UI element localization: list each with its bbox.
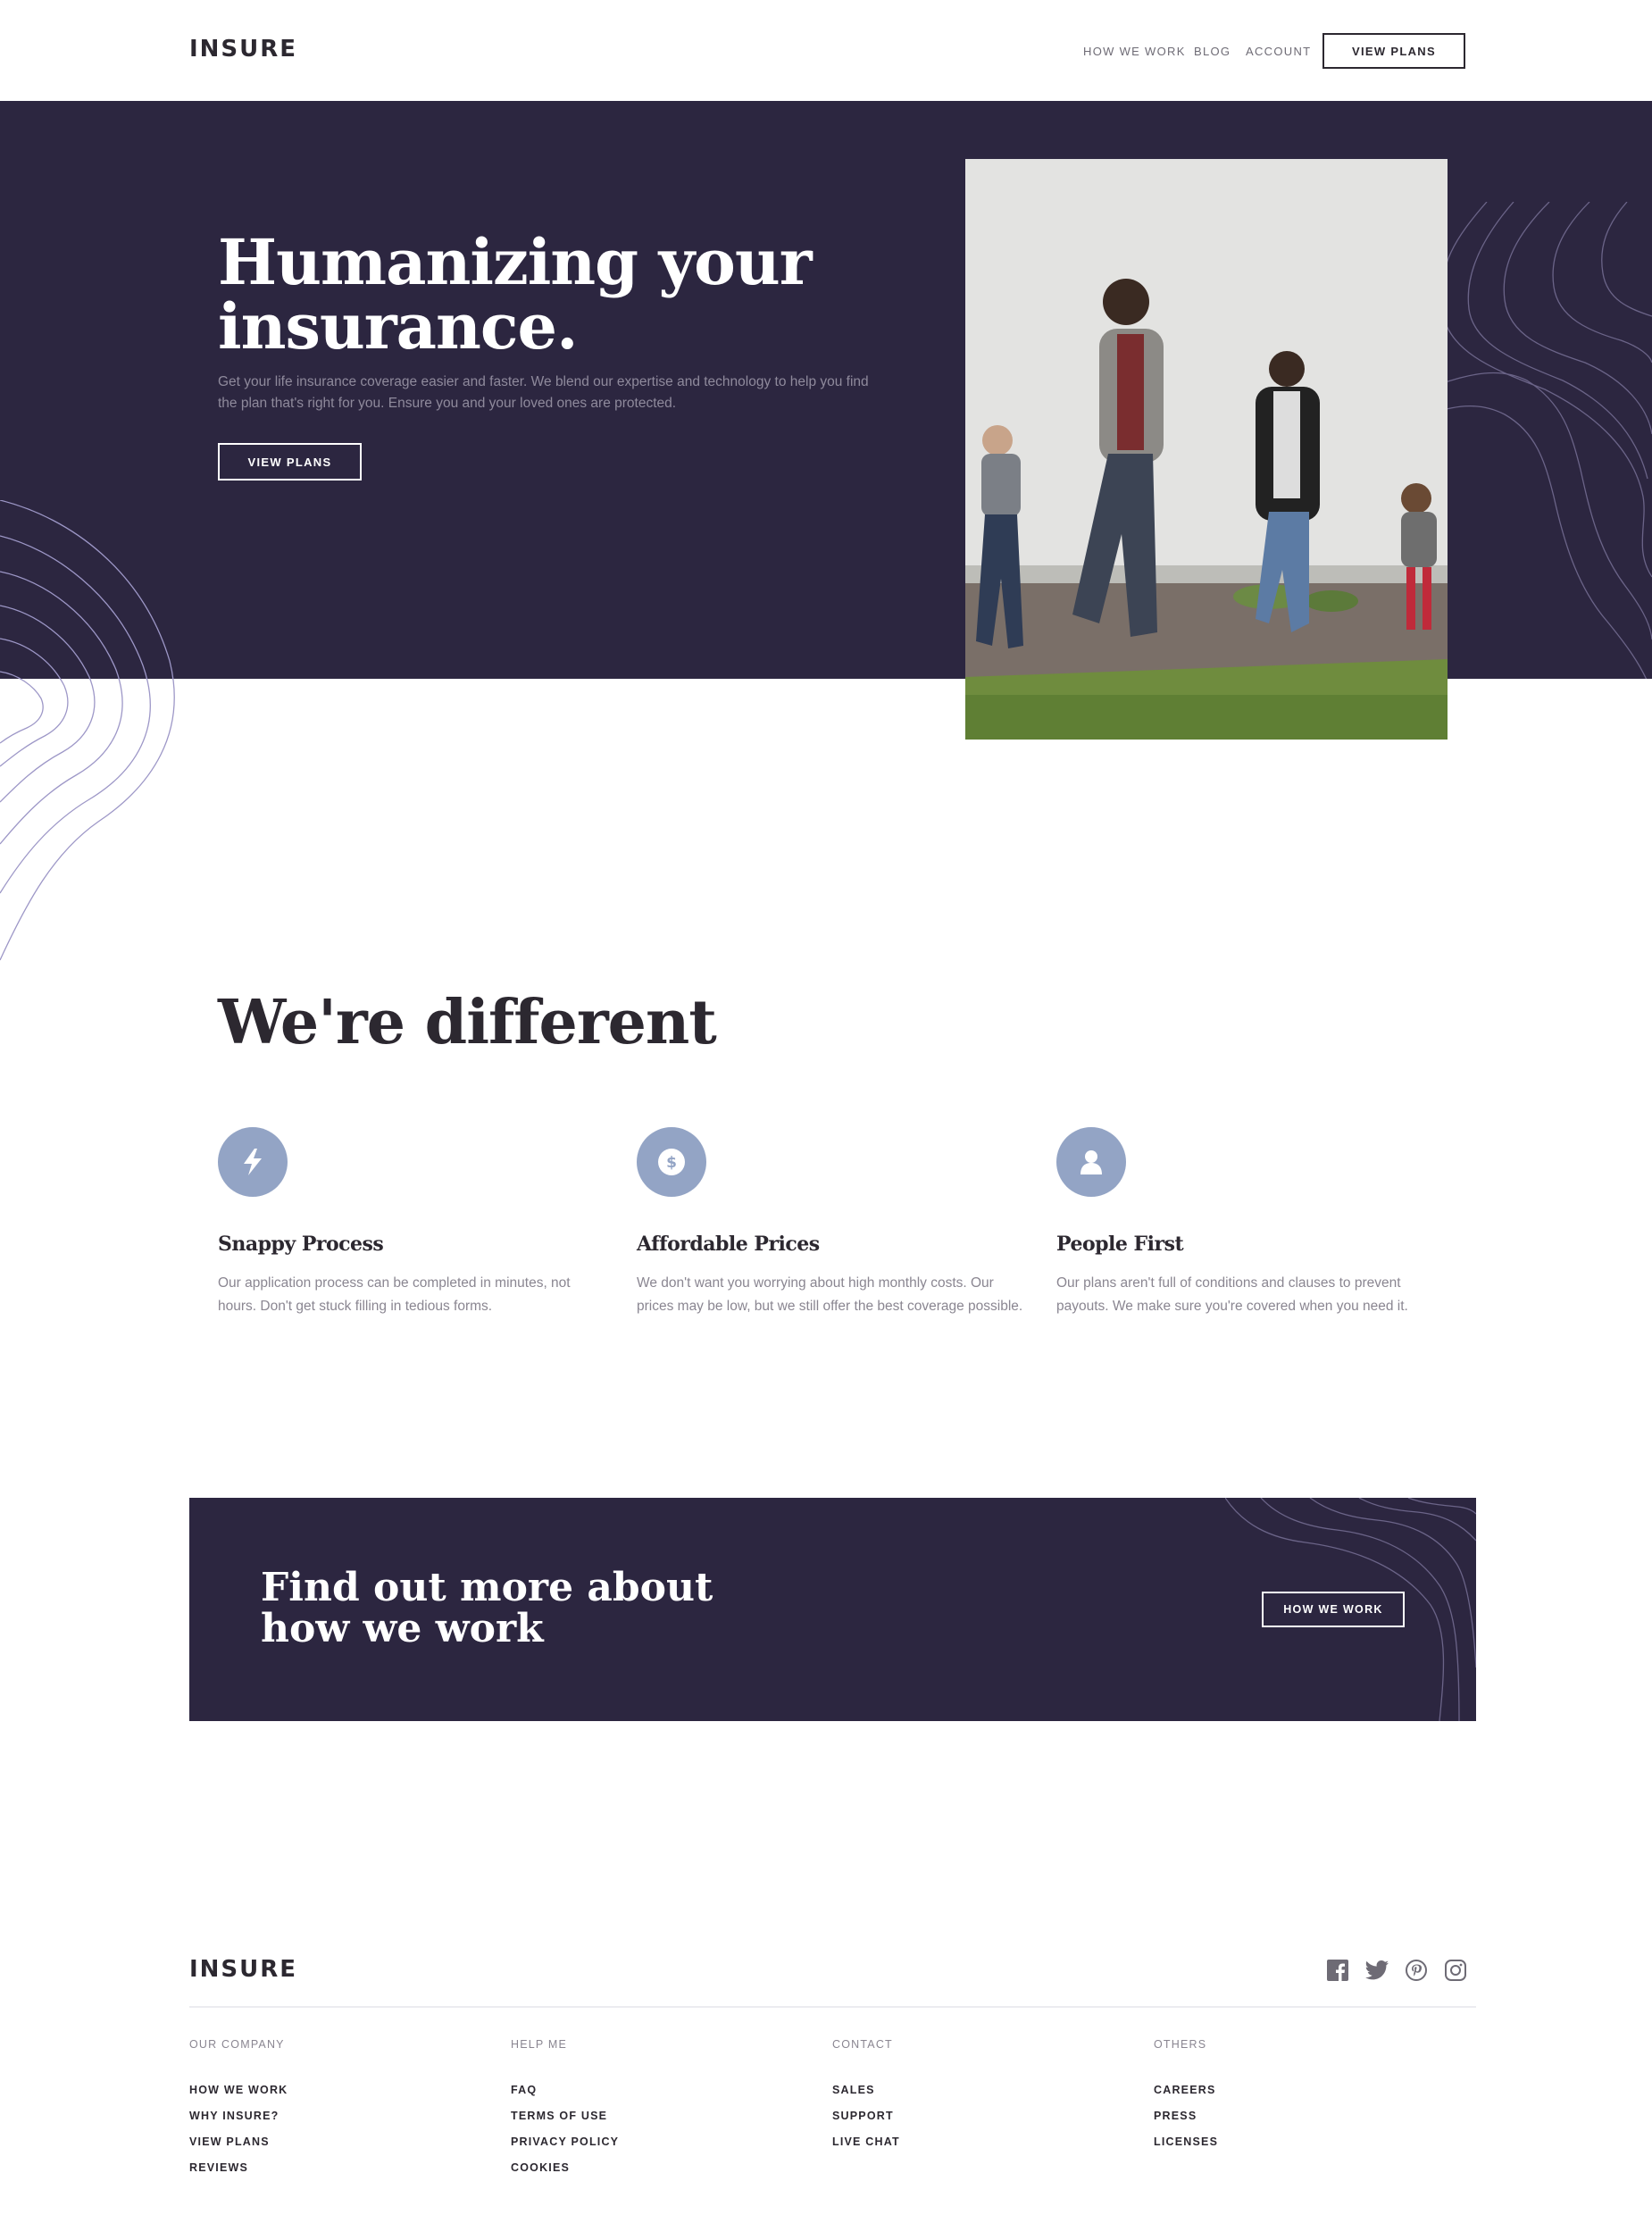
- hero-title: Humanizing your insurance.: [218, 225, 813, 364]
- nav-link-blog[interactable]: BLOG: [1194, 45, 1231, 58]
- footer-column-our-company: OUR COMPANY HOW WE WORK WHY INSURE? VIEW…: [189, 2038, 457, 2181]
- person-icon: [1056, 1127, 1126, 1197]
- footer-link-faq[interactable]: FAQ: [511, 2077, 779, 2103]
- logo[interactable]: INSURE: [189, 36, 297, 63]
- topo-pattern-decoration: [1420, 202, 1652, 679]
- footer-column-help-me: HELP ME FAQ TERMS OF USE PRIVACY POLICY …: [511, 2038, 779, 2181]
- dollar-icon: $: [637, 1127, 706, 1197]
- cta-title: Find out more about how we work: [261, 1565, 713, 1651]
- how-we-work-button[interactable]: HOW WE WORK: [1262, 1592, 1405, 1627]
- twitter-icon[interactable]: [1365, 1959, 1389, 1982]
- feature-title: People First: [1056, 1233, 1184, 1256]
- footer-link-live-chat[interactable]: LIVE CHAT: [832, 2129, 1100, 2155]
- site-header: INSURE HOW WE WORK BLOG ACCOUNT VIEW PLA…: [0, 0, 1652, 101]
- family-photo: [965, 159, 1448, 740]
- facebook-icon[interactable]: [1326, 1959, 1349, 1982]
- feature-card: $ Affordable Prices We don't want you wo…: [637, 1127, 1030, 1318]
- feature-card: People First Our plans aren't full of co…: [1056, 1127, 1449, 1318]
- footer-link-privacy-policy[interactable]: PRIVACY POLICY: [511, 2129, 779, 2155]
- footer-link-terms-of-use[interactable]: TERMS OF USE: [511, 2103, 779, 2129]
- footer-link-careers[interactable]: CAREERS: [1154, 2077, 1422, 2103]
- footer-column-others: OTHERS CAREERS PRESS LICENSES: [1154, 2038, 1422, 2155]
- instagram-icon[interactable]: [1444, 1959, 1467, 1982]
- feature-text: Our application process can be completed…: [218, 1275, 571, 1314]
- footer-column-contact: CONTACT SALES SUPPORT LIVE CHAT: [832, 2038, 1100, 2155]
- view-plans-button-header[interactable]: VIEW PLANS: [1322, 33, 1465, 69]
- footer-heading: CONTACT: [832, 2038, 893, 2051]
- section-title: We're different: [218, 987, 717, 1058]
- footer-divider: [189, 2006, 1476, 2008]
- nav-link-account[interactable]: ACCOUNT: [1246, 45, 1311, 58]
- footer-link-licenses[interactable]: LICENSES: [1154, 2129, 1422, 2155]
- footer-link-why-insure[interactable]: WHY INSURE?: [189, 2103, 457, 2129]
- footer-link-cookies[interactable]: COOKIES: [511, 2155, 779, 2181]
- feature-text: Our plans aren't full of conditions and …: [1056, 1275, 1408, 1314]
- footer-link-support[interactable]: SUPPORT: [832, 2103, 1100, 2129]
- svg-text:$: $: [666, 1154, 677, 1172]
- hero-text: Get your life insurance coverage easier …: [218, 374, 869, 411]
- footer-heading: OTHERS: [1154, 2038, 1207, 2051]
- footer-logo[interactable]: INSURE: [189, 1956, 297, 1983]
- lightning-icon: [218, 1127, 288, 1197]
- footer-link-view-plans[interactable]: VIEW PLANS: [189, 2129, 457, 2155]
- feature-title: Affordable Prices: [637, 1233, 820, 1256]
- footer-link-how-we-work[interactable]: HOW WE WORK: [189, 2077, 457, 2103]
- footer-link-reviews[interactable]: REVIEWS: [189, 2155, 457, 2181]
- topo-pattern-decoration: [0, 500, 175, 961]
- footer-link-press[interactable]: PRESS: [1154, 2103, 1422, 2129]
- footer-link-sales[interactable]: SALES: [832, 2077, 1100, 2103]
- cta-banner: Find out more about how we work HOW WE W…: [189, 1498, 1476, 1721]
- footer-heading: HELP ME: [511, 2038, 568, 2051]
- nav-link-how-we-work[interactable]: HOW WE WORK: [1083, 45, 1186, 58]
- view-plans-button-hero[interactable]: VIEW PLANS: [218, 443, 362, 481]
- footer-heading: OUR COMPANY: [189, 2038, 285, 2051]
- feature-text: We don't want you worrying about high mo…: [637, 1275, 1023, 1314]
- pinterest-icon[interactable]: [1405, 1959, 1428, 1982]
- feature-title: Snappy Process: [218, 1233, 384, 1256]
- feature-card: Snappy Process Our application process c…: [218, 1127, 611, 1318]
